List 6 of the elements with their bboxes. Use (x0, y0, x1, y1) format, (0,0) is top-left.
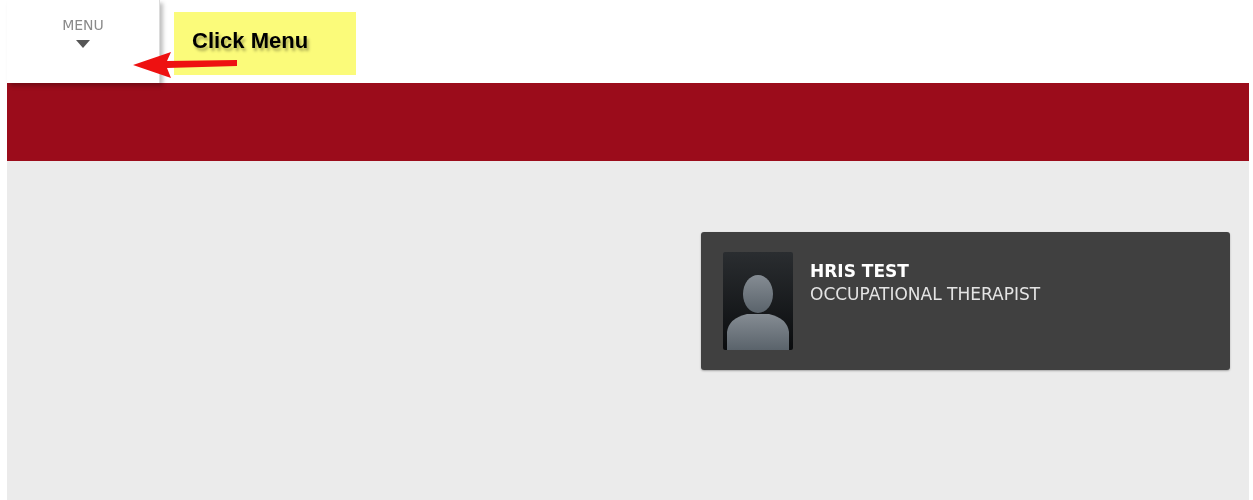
menu-button[interactable]: MENU (7, 0, 160, 83)
profile-title: OCCUPATIONAL THERAPIST (810, 283, 1041, 306)
arrow-icon (133, 52, 237, 78)
caret-icon (76, 40, 90, 48)
profile-name: HRIS TEST (810, 260, 910, 282)
callout-note: Click Menu (174, 12, 356, 75)
